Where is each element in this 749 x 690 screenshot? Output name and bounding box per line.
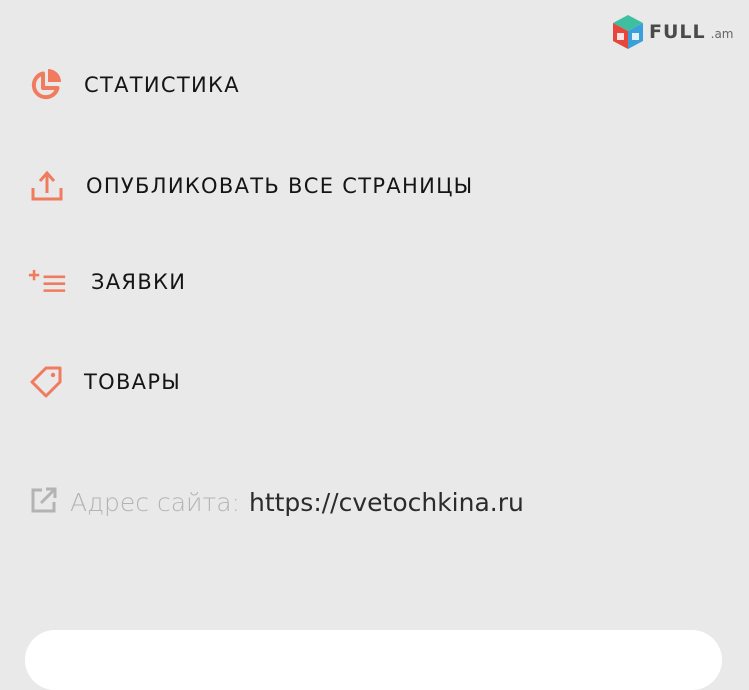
bottom-card	[25, 630, 722, 690]
menu-item-publish-all[interactable]: ОПУБЛИКОВАТЬ ВСЕ СТРАНИЦЫ	[28, 166, 474, 206]
watermark-brand: FULL	[649, 21, 706, 43]
site-address-label: Адрес сайта:	[70, 487, 240, 517]
upload-icon	[28, 168, 66, 204]
pie-chart-icon	[28, 67, 66, 103]
menu-item-label: ЗАЯВКИ	[91, 270, 187, 294]
external-link-icon[interactable]	[30, 486, 58, 518]
site-address-row: Адрес сайта: https://cvetochkina.ru	[30, 482, 524, 522]
watermark-domain: .am	[710, 27, 734, 41]
add-list-icon	[28, 264, 66, 300]
menu-item-label: СТАТИСТИКА	[84, 73, 240, 97]
site-url-link[interactable]: https://cvetochkina.ru	[249, 488, 524, 517]
cube-logo-icon	[611, 14, 645, 50]
menu-item-goods[interactable]: ТОВАРЫ	[28, 362, 181, 402]
menu-item-statistics[interactable]: СТАТИСТИКА	[28, 65, 240, 105]
menu-item-orders[interactable]: ЗАЯВКИ	[28, 262, 186, 302]
menu-item-label: ТОВАРЫ	[84, 370, 182, 394]
tag-icon	[28, 364, 66, 400]
menu-item-label: ОПУБЛИКОВАТЬ ВСЕ СТРАНИЦЫ	[86, 174, 474, 198]
watermark-logo: FULL .am	[611, 12, 743, 52]
